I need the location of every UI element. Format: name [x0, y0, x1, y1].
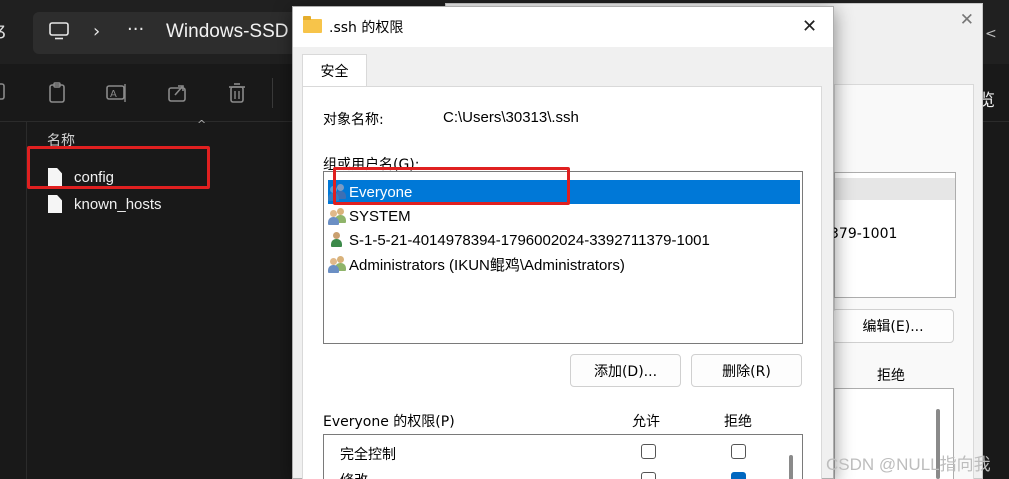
edit-button[interactable]: 编辑(E)...	[832, 309, 954, 343]
rename-icon[interactable]: A	[106, 82, 128, 104]
file-icon	[48, 195, 62, 213]
dialog-title: .ssh 的权限	[329, 20, 404, 36]
principal-name: S-1-5-21-4014978394-1796002024-339271137…	[349, 231, 710, 249]
highlight-box-everyone	[333, 167, 570, 205]
principal-name: Administrators (IKUN鲲鸡\Administrators)	[349, 256, 625, 274]
dialog-titlebar: .ssh 的权限 ✕	[293, 7, 833, 47]
share-icon[interactable]	[167, 82, 189, 104]
edge-glyph: ʒ	[0, 20, 6, 40]
scrollbar-thumb[interactable]	[789, 455, 793, 479]
allow-header: 允许	[632, 414, 660, 430]
permissions-dialog: .ssh 的权限 ✕ 安全 对象名称: C:\Users\30313\.ssh …	[292, 6, 834, 479]
group-user-icon	[328, 255, 347, 273]
folder-icon	[303, 16, 322, 33]
chevron-right-icon[interactable]: ›	[93, 21, 100, 42]
list-item-sid[interactable]: S-1-5-21-4014978394-1796002024-339271137…	[328, 228, 710, 252]
svg-text:A: A	[110, 89, 117, 100]
list-item-administrators[interactable]: Administrators (IKUN鲲鸡\Administrators)	[328, 252, 625, 276]
file-row-known-hosts[interactable]: known_hosts	[48, 191, 162, 217]
watermark: CSDN @NULL指向我	[826, 455, 991, 474]
sort-ascending-icon[interactable]: ^	[197, 118, 206, 131]
single-user-icon	[328, 231, 347, 249]
delete-icon[interactable]	[227, 82, 249, 104]
deny-modify-checkbox[interactable]	[731, 472, 746, 479]
allow-modify-checkbox[interactable]	[641, 472, 656, 479]
remove-button[interactable]: 删除(R)	[691, 354, 802, 387]
deny-full-control-checkbox[interactable]	[731, 444, 746, 459]
add-button[interactable]: 添加(D)...	[570, 354, 681, 387]
address-path: Windows-SSD	[166, 21, 289, 42]
close-icon[interactable]: ✕	[802, 16, 817, 37]
copy-icon[interactable]	[0, 82, 14, 104]
close-icon[interactable]: <	[985, 26, 997, 42]
tab-security[interactable]: 安全	[302, 54, 367, 87]
address-bar[interactable]: › ··· Windows-SSD	[33, 12, 323, 54]
group-user-icon	[328, 207, 347, 225]
deny-header: 拒绝	[724, 414, 752, 430]
permission-modify: 修改	[340, 470, 368, 479]
sid-fragment: 379-1001	[830, 226, 898, 242]
permission-list: 完全控制 修改	[323, 434, 803, 479]
more-icon[interactable]: ···	[127, 19, 144, 40]
object-path: C:\Users\30313\.ssh	[443, 109, 579, 126]
paste-icon[interactable]	[48, 82, 70, 104]
principal-name: SYSTEM	[349, 207, 411, 225]
list-row-selected	[835, 178, 955, 200]
allow-full-control-checkbox[interactable]	[641, 444, 656, 459]
toolbar-divider	[272, 78, 273, 108]
deny-header: 拒绝	[877, 368, 905, 384]
permissions-label: Everyone 的权限(P)	[323, 414, 455, 430]
list-item-system[interactable]: SYSTEM	[328, 204, 411, 228]
file-name: known_hosts	[74, 195, 162, 213]
close-icon[interactable]: ✕	[960, 10, 974, 30]
computer-icon[interactable]	[49, 22, 69, 45]
object-name-label: 对象名称:	[323, 112, 384, 128]
highlight-box-config	[27, 146, 210, 189]
permission-full-control: 完全控制	[340, 447, 396, 463]
